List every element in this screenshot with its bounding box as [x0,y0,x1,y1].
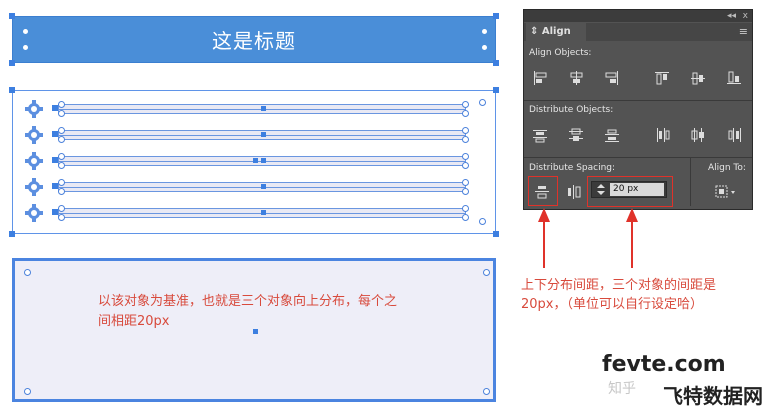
corner-point [483,388,490,395]
corner-point [483,269,490,276]
corner-point [479,99,486,106]
collapse-icon[interactable]: ◂◂ [727,10,736,22]
source-watermark: 知乎 [608,381,636,397]
handle-dot [482,29,487,34]
selection-handle[interactable] [493,60,499,66]
align-to-selection-icon[interactable] [714,184,738,200]
corner-point [24,388,31,395]
path-point [462,214,469,221]
path-point [462,110,469,117]
divider [690,158,691,206]
path-point [462,179,469,186]
path-point [462,188,469,195]
horizontal-distribute-space-icon[interactable] [566,184,582,200]
distribute-top-icon[interactable] [532,127,548,143]
selection-handle[interactable] [493,231,499,237]
selection-handle[interactable] [493,13,499,19]
path-point [58,136,65,143]
panel-menu-icon[interactable]: ≡ [739,25,748,38]
path-point [58,153,65,160]
path-point [462,127,469,134]
align-right-icon[interactable] [604,70,620,86]
distribute-right-icon[interactable] [726,127,742,143]
align-vertical-center-icon[interactable] [690,70,706,86]
distribute-vertical-center-icon[interactable] [568,127,584,143]
corner-point [24,269,31,276]
corner-point [479,218,486,225]
align-to-label: Align To: [708,163,746,173]
highlight-spacing-field [587,176,673,207]
tab-align[interactable]: ⇕ Align [526,23,586,41]
tab-toggle-icon: ⇕ [530,26,539,37]
distribute-objects-label: Distribute Objects: [529,105,614,115]
path-point [462,101,469,108]
center-point [253,158,258,163]
panel-titlebar[interactable]: ◂◂ x [524,10,752,22]
handle-dot [23,45,28,50]
title-text: 这是标题 [212,29,296,53]
center-point [261,210,266,215]
path-point [58,162,65,169]
path-point [462,162,469,169]
path-point [58,205,65,212]
path-point [462,136,469,143]
align-objects-label: Align Objects: [529,48,592,58]
gear-icon [25,152,43,170]
path-point [58,101,65,108]
selection-handle[interactable] [493,87,499,93]
divider [524,100,752,101]
title-bar[interactable]: 这是标题 [12,16,496,63]
path-point [462,153,469,160]
path-point [58,127,65,134]
gear-icon [25,178,43,196]
gear-icon [25,204,43,222]
tab-align-label: Align [541,26,571,37]
distribute-left-icon[interactable] [654,127,670,143]
handle-dot [482,45,487,50]
path-point [58,179,65,186]
selection-handle[interactable] [9,87,15,93]
up-arrow-icon [538,208,550,268]
close-icon[interactable]: x [743,10,748,22]
align-left-icon[interactable] [532,70,548,86]
distribute-horizontal-center-icon[interactable] [690,127,706,143]
up-arrow-icon [626,208,638,268]
align-bottom-icon[interactable] [726,70,742,86]
center-point [261,158,266,163]
left-annotation: 以该对象为基准，也就是三个对象向上分布，每个之间相距20px [98,294,398,329]
gear-icon [25,100,43,118]
distribute-bottom-icon[interactable] [604,127,620,143]
selection-handle[interactable] [9,60,15,66]
gear-icon [25,126,43,144]
center-point [261,132,266,137]
site-watermark: fevte.com [602,352,726,377]
path-point [58,214,65,221]
selection-handle[interactable] [9,13,15,19]
distribute-spacing-label: Distribute Spacing: [529,163,616,173]
align-top-icon[interactable] [654,70,670,86]
highlight-distribute-button [528,176,558,206]
path-point [58,188,65,195]
center-point [261,184,266,189]
brand-watermark: 飞特数据网 [663,384,763,408]
handle-dot [23,29,28,34]
right-annotation: 上下分布间距，三个对象的间距是20px，（单位可以自行设定哈） [521,278,717,312]
divider [524,157,752,158]
selection-handle[interactable] [9,231,15,237]
path-point [58,110,65,117]
align-horizontal-center-icon[interactable] [568,70,584,86]
center-point [261,106,266,111]
path-point [462,205,469,212]
